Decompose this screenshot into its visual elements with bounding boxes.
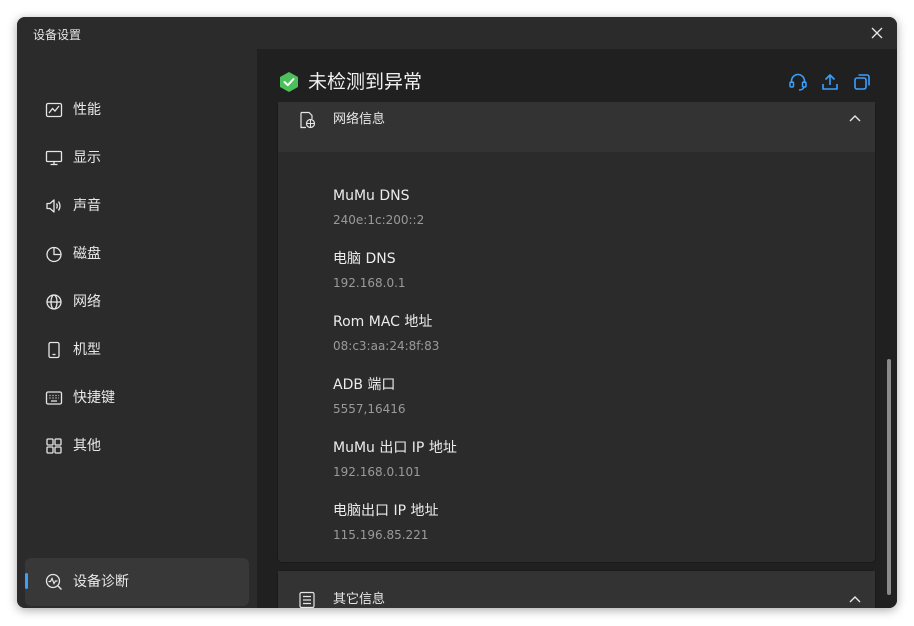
chart-icon: [45, 102, 63, 118]
info-row-rom-mac: Rom MAC 地址 08:c3:aa:24:8f:83: [333, 313, 439, 353]
scrollbar[interactable]: [886, 81, 892, 595]
sidebar-item-network[interactable]: 网络: [25, 279, 249, 325]
info-value: 192.168.0.101: [333, 465, 421, 479]
info-value: 08:c3:aa:24:8f:83: [333, 339, 440, 353]
network-info-section: 网络信息 MuMu DNS 240e:1c:200::2 电脑 DNS 192.…: [277, 102, 876, 563]
info-row-mumu-dns: MuMu DNS 240e:1c:200::2: [333, 187, 424, 227]
info-value: 115.196.85.221: [333, 528, 429, 542]
grid-icon: [46, 438, 62, 454]
other-info-section: 其它信息: [277, 570, 876, 608]
list-icon: [299, 591, 315, 608]
support-button[interactable]: [786, 70, 810, 94]
active-indicator: [25, 573, 28, 589]
info-row-pc-dns: 电脑 DNS 192.168.0.1: [333, 250, 406, 290]
sidebar-item-shortcuts[interactable]: 快捷键: [25, 375, 249, 421]
sidebar-item-label: 其他: [73, 438, 101, 454]
copy-icon: [854, 74, 870, 90]
close-button[interactable]: [865, 23, 889, 43]
info-label: ADB 端口: [333, 377, 396, 393]
info-label: 电脑出口 IP 地址: [333, 503, 439, 519]
sidebar-item-label: 网络: [73, 294, 101, 310]
network-info-header[interactable]: 网络信息: [278, 102, 875, 152]
scrollbar-thumb[interactable]: [887, 359, 891, 595]
sidebar-item-label: 设备诊断: [73, 574, 129, 590]
chevron-up-icon: [849, 596, 861, 603]
info-value: 5557,16416: [333, 402, 406, 416]
info-label: MuMu 出口 IP 地址: [333, 440, 457, 456]
window-title: 设备设置: [33, 28, 82, 42]
upload-button[interactable]: [818, 70, 842, 94]
chevron-up-icon: [849, 115, 861, 122]
device-settings-window: 设备设置 性能 显示 声音 磁盘 网络 机型 快捷键 其他 设备诊断 未检测到异…: [17, 17, 897, 608]
section-title: 其它信息: [333, 592, 386, 607]
network-document-icon: [300, 111, 316, 129]
sidebar-item-label: 磁盘: [73, 246, 101, 262]
info-value: 240e:1c:200::2: [333, 213, 425, 227]
sidebar-item-display[interactable]: 显示: [25, 135, 249, 181]
sidebar-item-other[interactable]: 其他: [25, 423, 249, 469]
sidebar-item-label: 机型: [73, 342, 101, 358]
close-icon: [871, 27, 883, 39]
sidebar-item-sound[interactable]: 声音: [25, 183, 249, 229]
globe-icon: [46, 294, 62, 310]
info-label: 电脑 DNS: [333, 251, 396, 267]
info-value: 192.168.0.1: [333, 276, 406, 290]
shield-check-icon: [280, 72, 298, 92]
pie-icon: [46, 246, 62, 263]
diagnosis-status: 未检测到异常: [308, 71, 423, 93]
speaker-icon: [46, 199, 61, 213]
copy-button[interactable]: [850, 70, 874, 94]
headset-icon: [789, 73, 807, 91]
sidebar-item-disk[interactable]: 磁盘: [25, 231, 249, 277]
section-title: 网络信息: [333, 112, 386, 127]
upload-icon: [822, 74, 838, 90]
sidebar-item-model[interactable]: 机型: [25, 327, 249, 373]
info-label: MuMu DNS: [333, 188, 410, 204]
info-row-mumu-exit-ip: MuMu 出口 IP 地址 192.168.0.101: [333, 439, 457, 479]
diagnosis-icon: [45, 573, 62, 590]
sidebar: 性能 显示 声音 磁盘 网络 机型 快捷键 其他 设备诊断: [17, 49, 257, 608]
sidebar-item-label: 声音: [73, 198, 101, 214]
phone-icon: [48, 341, 60, 359]
main-content: 未检测到异常 网络信息 MuMu DNS 240e:1c:200::2 电脑 D…: [257, 49, 897, 608]
other-info-header[interactable]: 其它信息: [278, 571, 875, 608]
info-row-pc-exit-ip: 电脑出口 IP 地址 115.196.85.221: [333, 502, 438, 542]
sidebar-item-label: 性能: [73, 102, 101, 118]
sidebar-item-diagnosis[interactable]: 设备诊断: [25, 558, 249, 606]
sidebar-item-performance[interactable]: 性能: [25, 87, 249, 133]
info-row-adb-port: ADB 端口 5557,16416: [333, 376, 406, 416]
sidebar-item-label: 显示: [73, 150, 101, 166]
title-bar: 设备设置: [17, 17, 897, 49]
keyboard-icon: [45, 391, 63, 405]
monitor-icon: [45, 150, 63, 166]
sidebar-item-label: 快捷键: [73, 390, 115, 406]
info-label: Rom MAC 地址: [333, 314, 433, 330]
